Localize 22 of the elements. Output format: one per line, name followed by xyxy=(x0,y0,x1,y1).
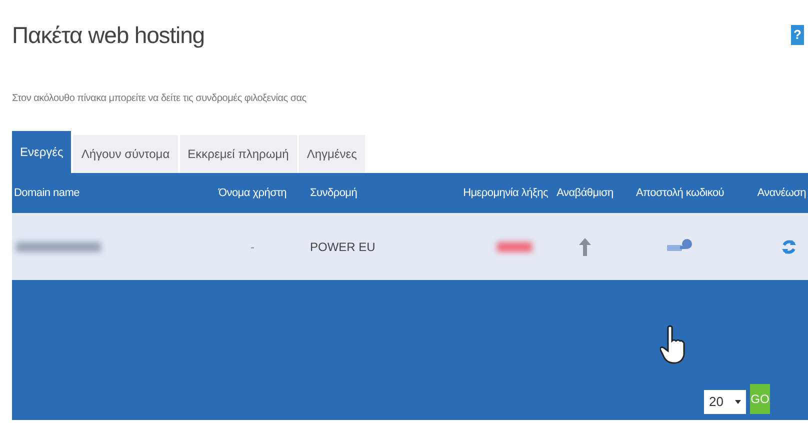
tab[interactable]: Ληγμένες xyxy=(298,135,365,173)
column-header: Αποστολή κωδικού xyxy=(636,186,724,199)
tab[interactable]: Ενεργές xyxy=(12,131,72,173)
refresh-icon[interactable] xyxy=(782,238,796,254)
column-header: Όνομα χρήστη xyxy=(218,186,286,199)
tab[interactable]: Λήγουν σύντομα xyxy=(73,135,178,173)
column-header: Συνδρομή xyxy=(310,186,358,199)
page-title: Πακέτα web hosting xyxy=(12,20,205,50)
table-cell: - xyxy=(250,240,254,254)
column-header: Domain name xyxy=(14,186,80,199)
caret-icon xyxy=(735,400,741,404)
table-cell: POWER EU xyxy=(310,240,376,254)
column-header: Ημερομηνία λήξης xyxy=(463,186,548,199)
page-subtitle: Στον ακόλουθο πίνακα μπορείτε να δείτε τις συνδρομές φιλοξενίας σας xyxy=(12,92,308,106)
page-size-select[interactable]: 20 xyxy=(704,390,746,414)
column-header: Ανανέωση xyxy=(757,186,806,199)
upgrade-arrow-icon[interactable] xyxy=(579,238,591,256)
column-header: Αναβάθμιση xyxy=(556,186,614,199)
help-button[interactable]: ? xyxy=(791,25,804,45)
tab[interactable]: Εκκρεμεί πληρωμή xyxy=(180,135,297,173)
redacted-text xyxy=(497,242,532,252)
hand-cursor-icon xyxy=(660,325,686,365)
